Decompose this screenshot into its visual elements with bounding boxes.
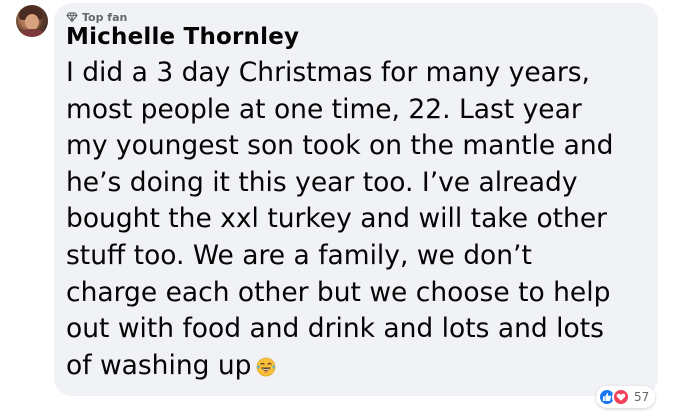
author-name[interactable]: Michelle Thornley bbox=[66, 24, 299, 50]
comment-line: most people at one time, 22. Last year bbox=[66, 93, 582, 125]
comment-text: I did a 3 day Christmas for many years, … bbox=[66, 55, 651, 384]
comment-line: my youngest son took on the mantle and bbox=[66, 130, 614, 162]
comment-line: out with food and drink and lots and lot… bbox=[66, 313, 604, 345]
avatar-face bbox=[25, 14, 39, 30]
top-fan-badge: Top fan bbox=[66, 10, 127, 24]
comment-line: I did a 3 day Christmas for many years, bbox=[66, 57, 590, 88]
comment-line-last: of washing up bbox=[66, 348, 651, 385]
love-icon bbox=[612, 388, 630, 406]
comment-line: bought the xxl turkey and will take othe… bbox=[66, 203, 608, 235]
top-fan-label: Top fan bbox=[82, 10, 128, 24]
comment-line: he’s doing it this year too. I’ve alread… bbox=[66, 166, 578, 198]
avatar[interactable] bbox=[16, 5, 48, 37]
comment-line: stuff too. We are a family, we don’t bbox=[66, 239, 532, 271]
reaction-count: 57 bbox=[634, 390, 650, 404]
avatar-shirt bbox=[18, 29, 46, 37]
comment-line: charge each other but we choose to help bbox=[66, 276, 611, 308]
diamond-icon bbox=[66, 12, 78, 23]
comment-line-text: of washing up bbox=[66, 349, 252, 381]
reactions-summary[interactable]: 57 bbox=[596, 386, 656, 408]
laughing-with-tears-icon bbox=[256, 357, 275, 377]
